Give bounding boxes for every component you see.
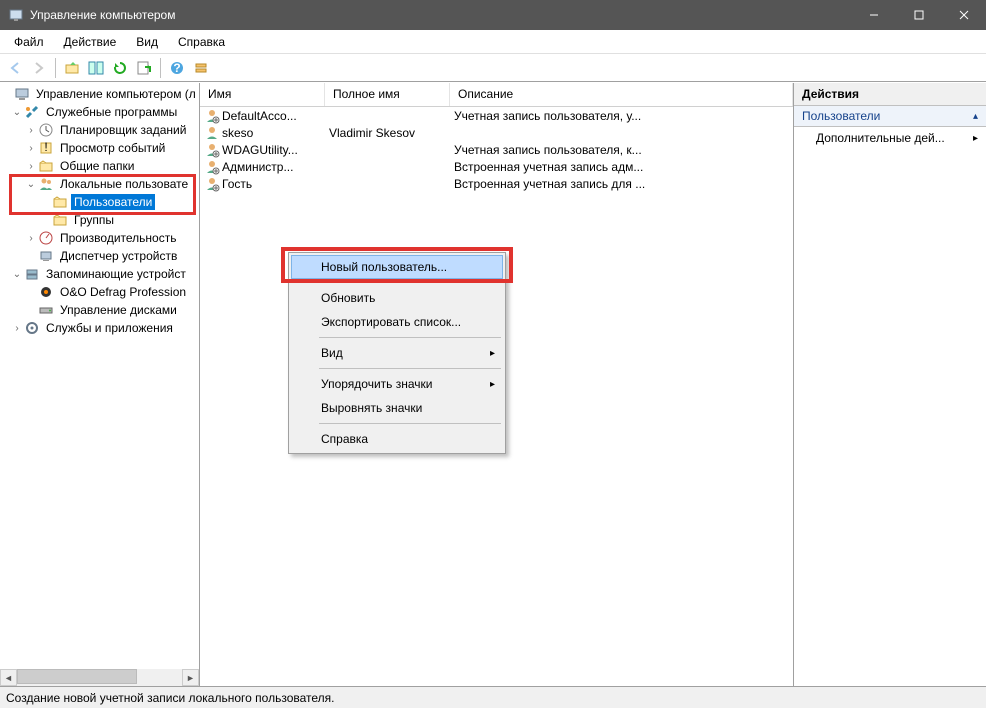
maximize-button[interactable] bbox=[896, 0, 941, 30]
user-icon bbox=[204, 108, 220, 124]
window-title: Управление компьютером bbox=[30, 8, 851, 22]
tree-events[interactable]: › ! Просмотр событий bbox=[0, 139, 199, 157]
tree-root[interactable]: Управление компьютером (л bbox=[0, 85, 199, 103]
col-name[interactable]: Имя bbox=[200, 83, 325, 106]
status-bar: Создание новой учетной записи локального… bbox=[0, 686, 986, 708]
separator bbox=[319, 368, 501, 369]
computer-icon bbox=[14, 86, 30, 102]
chevron-down-icon[interactable]: ⌄ bbox=[10, 269, 24, 280]
menu-help[interactable]: Справка bbox=[168, 32, 235, 52]
users-icon bbox=[38, 176, 54, 192]
up-button[interactable] bbox=[61, 57, 83, 79]
table-row[interactable]: skeso Vladimir Skesov bbox=[200, 124, 793, 141]
titlebar: Управление компьютером bbox=[0, 0, 986, 30]
refresh-button[interactable] bbox=[109, 57, 131, 79]
user-icon bbox=[204, 125, 220, 141]
tree-users[interactable]: Пользователи bbox=[0, 193, 199, 211]
tree-storage[interactable]: ⌄ Запоминающие устройст bbox=[0, 265, 199, 283]
tree-perf[interactable]: › Производительность bbox=[0, 229, 199, 247]
disk-icon bbox=[38, 302, 54, 318]
tree-systools[interactable]: ⌄ Служебные программы bbox=[0, 103, 199, 121]
user-icon bbox=[204, 176, 220, 192]
help-button[interactable]: ? bbox=[166, 57, 188, 79]
tree-shared[interactable]: › Общие папки bbox=[0, 157, 199, 175]
separator bbox=[319, 282, 501, 283]
tree-defrag[interactable]: O&O Defrag Profession bbox=[0, 283, 199, 301]
menu-action[interactable]: Действие bbox=[54, 32, 127, 52]
user-icon bbox=[204, 159, 220, 175]
chevron-right-icon: ▸ bbox=[490, 379, 495, 390]
chevron-right-icon[interactable]: › bbox=[24, 125, 38, 136]
svg-text:?: ? bbox=[173, 61, 180, 75]
user-icon bbox=[204, 142, 220, 158]
services-icon bbox=[24, 320, 40, 336]
export-button[interactable] bbox=[133, 57, 155, 79]
separator bbox=[319, 423, 501, 424]
ctx-view[interactable]: Вид▸ bbox=[291, 341, 503, 365]
chevron-up-icon: ▴ bbox=[973, 111, 978, 122]
actions-section-users[interactable]: Пользователи ▴ bbox=[794, 106, 986, 127]
chevron-down-icon[interactable]: ⌄ bbox=[24, 179, 38, 190]
properties-button[interactable] bbox=[190, 57, 212, 79]
tree-devmgr[interactable]: Диспетчер устройств bbox=[0, 247, 199, 265]
chevron-right-icon[interactable]: › bbox=[24, 143, 38, 154]
chevron-right-icon[interactable]: › bbox=[24, 233, 38, 244]
status-text: Создание новой учетной записи локального… bbox=[6, 691, 334, 705]
tree-scrollbar[interactable]: ◄ ► bbox=[0, 669, 199, 686]
scroll-thumb[interactable] bbox=[17, 669, 137, 684]
tree-panel[interactable]: Управление компьютером (л ⌄ Служебные пр… bbox=[0, 83, 200, 686]
scroll-left-button[interactable]: ◄ bbox=[0, 669, 17, 686]
folder-icon bbox=[52, 212, 68, 228]
table-row[interactable]: Гость Встроенная учетная запись для ... bbox=[200, 175, 793, 192]
context-menu: Новый пользователь... Обновить Экспортир… bbox=[288, 252, 506, 454]
table-row[interactable]: WDAGUtility... Учетная запись пользовате… bbox=[200, 141, 793, 158]
table-row[interactable]: DefaultAcco... Учетная запись пользовате… bbox=[200, 107, 793, 124]
tree-services[interactable]: › Службы и приложения bbox=[0, 319, 199, 337]
ctx-help[interactable]: Справка bbox=[291, 427, 503, 451]
chevron-down-icon[interactable]: ⌄ bbox=[10, 107, 24, 118]
action-panel: Действия Пользователи ▴ Дополнительные д… bbox=[794, 83, 986, 686]
toolbar: ? bbox=[0, 54, 986, 82]
chevron-right-icon: ▸ bbox=[490, 348, 495, 359]
actions-more[interactable]: Дополнительные дей... ▸ bbox=[794, 127, 986, 149]
tree-groups[interactable]: Группы bbox=[0, 211, 199, 229]
ctx-align[interactable]: Выровнять значки bbox=[291, 396, 503, 420]
clock-icon bbox=[38, 122, 54, 138]
back-button[interactable] bbox=[4, 57, 26, 79]
scroll-right-button[interactable]: ► bbox=[182, 669, 199, 686]
close-button[interactable] bbox=[941, 0, 986, 30]
ctx-export[interactable]: Экспортировать список... bbox=[291, 310, 503, 334]
app-icon bbox=[8, 7, 24, 23]
svg-text:!: ! bbox=[44, 140, 47, 154]
device-icon bbox=[38, 248, 54, 264]
menu-view[interactable]: Вид bbox=[126, 32, 168, 52]
actions-header: Действия bbox=[794, 83, 986, 106]
perf-icon bbox=[38, 230, 54, 246]
col-fullname[interactable]: Полное имя bbox=[325, 83, 450, 106]
menubar: Файл Действие Вид Справка bbox=[0, 30, 986, 54]
folder-icon bbox=[52, 194, 68, 210]
folder-shared-icon bbox=[38, 158, 54, 174]
separator bbox=[319, 337, 501, 338]
minimize-button[interactable] bbox=[851, 0, 896, 30]
chevron-right-icon: ▸ bbox=[973, 133, 978, 144]
tree-localusers[interactable]: ⌄ Локальные пользовате bbox=[0, 175, 199, 193]
chevron-right-icon[interactable]: › bbox=[24, 161, 38, 172]
menu-file[interactable]: Файл bbox=[4, 32, 54, 52]
tools-icon bbox=[24, 104, 40, 120]
ctx-arrange[interactable]: Упорядочить значки▸ bbox=[291, 372, 503, 396]
tree-diskmgr[interactable]: Управление дисками bbox=[0, 301, 199, 319]
ctx-refresh[interactable]: Обновить bbox=[291, 286, 503, 310]
events-icon: ! bbox=[38, 140, 54, 156]
show-hide-button[interactable] bbox=[85, 57, 107, 79]
forward-button[interactable] bbox=[28, 57, 50, 79]
table-row[interactable]: Администр... Встроенная учетная запись а… bbox=[200, 158, 793, 175]
col-desc[interactable]: Описание bbox=[450, 83, 793, 106]
ctx-new-user[interactable]: Новый пользователь... bbox=[291, 255, 503, 279]
chevron-right-icon[interactable]: › bbox=[10, 323, 24, 334]
tree-scheduler[interactable]: › Планировщик заданий bbox=[0, 121, 199, 139]
storage-icon bbox=[24, 266, 40, 282]
list-header: Имя Полное имя Описание bbox=[200, 83, 793, 107]
defrag-icon bbox=[38, 284, 54, 300]
